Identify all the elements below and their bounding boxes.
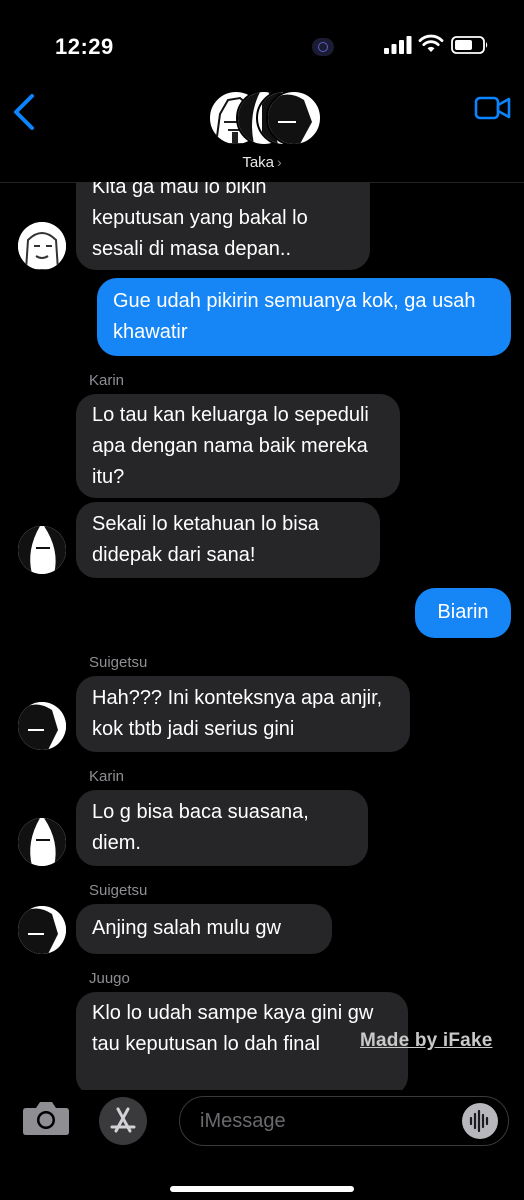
input-bar: iMessage [0, 1090, 524, 1200]
incoming-message-bubble[interactable]: Hah??? Ini konteksnya apa anjir, kok tbt… [76, 676, 410, 752]
audio-message-icon[interactable] [462, 1103, 498, 1139]
outgoing-message-bubble[interactable]: Biarin [415, 588, 511, 638]
watermark: Made by iFake [360, 1030, 493, 1051]
sender-avatar[interactable] [18, 526, 66, 574]
avatar [266, 90, 322, 146]
message-list[interactable]: Kita ga mau lo bikin keputusan yang baka… [0, 182, 524, 1090]
battery-icon [451, 36, 488, 54]
group-avatars[interactable] [208, 90, 322, 146]
incoming-message-bubble[interactable]: Lo tau kan keluarga lo sepeduli apa deng… [76, 394, 400, 498]
camera-icon[interactable] [22, 1100, 70, 1136]
message-input[interactable]: iMessage [179, 1096, 509, 1146]
status-time: 12:29 [55, 34, 114, 59]
sender-avatar[interactable] [18, 818, 66, 866]
wifi-icon [418, 34, 444, 52]
sender-name: Karin [89, 372, 125, 389]
chevron-right-icon: › [277, 154, 282, 170]
app-store-icon[interactable] [99, 1097, 147, 1145]
status-bar: 12:29 [0, 0, 524, 90]
focus-indicator-icon [312, 38, 334, 56]
conversation-header: Taka › [0, 90, 524, 183]
sender-avatar[interactable] [18, 906, 66, 954]
facetime-video-icon[interactable] [474, 94, 512, 122]
incoming-message-bubble[interactable]: Kita ga mau lo bikin keputusan yang baka… [76, 182, 370, 270]
sender-name: Karin [89, 768, 125, 785]
sender-name: Suigetsu [89, 882, 148, 899]
back-chevron-icon[interactable] [10, 92, 40, 132]
home-indicator [170, 1186, 354, 1192]
incoming-message-bubble[interactable]: Klo lo udah sampe kaya gini gw tau keput… [76, 992, 408, 1090]
sender-avatar[interactable] [18, 702, 66, 750]
outgoing-message-bubble[interactable]: Gue udah pikirin semuanya kok, ga usah k… [97, 278, 511, 356]
incoming-message-bubble[interactable]: Sekali lo ketahuan lo bisa didepak dari … [76, 502, 380, 578]
sender-name: Suigetsu [89, 654, 148, 671]
incoming-message-bubble[interactable]: Anjing salah mulu gw [76, 904, 332, 954]
contact-name[interactable]: Taka › [0, 154, 524, 171]
sender-avatar[interactable] [18, 222, 66, 270]
incoming-message-bubble[interactable]: Lo g bisa baca suasana, diem. [76, 790, 368, 866]
cellular-signal-icon [384, 36, 412, 54]
sender-name: Juugo [89, 970, 130, 987]
message-input-placeholder: iMessage [200, 1110, 286, 1132]
contact-name-label[interactable]: Taka [242, 154, 274, 171]
